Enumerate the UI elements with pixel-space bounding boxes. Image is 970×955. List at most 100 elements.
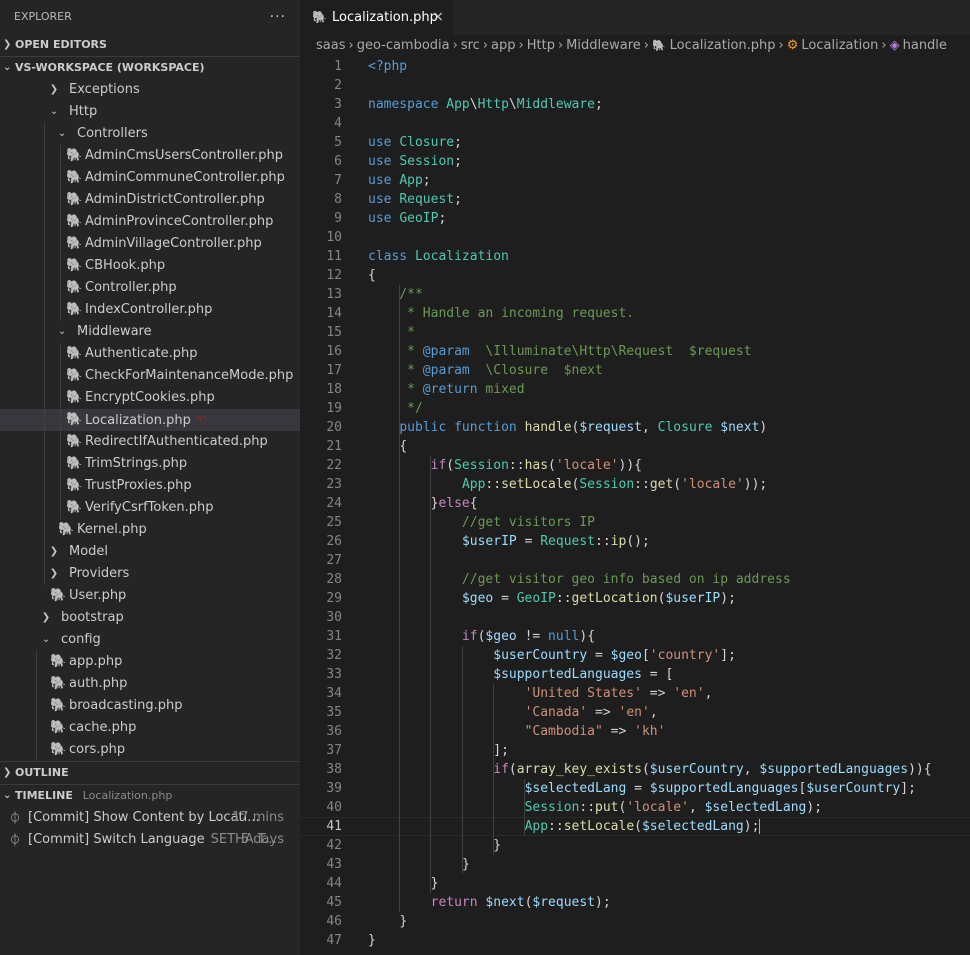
code-line[interactable]: 7 use App; — [300, 171, 970, 190]
code-line[interactable]: 33 $supportedLanguages = [ — [300, 665, 970, 684]
code-text: return $next($request); — [430, 895, 611, 910]
code-line[interactable]: 42 } — [300, 836, 970, 855]
code-line[interactable]: 23 App::setLocale(Session::get('locale')… — [300, 475, 970, 494]
breadcrumb-item[interactable]: Localization.php — [670, 38, 776, 53]
code-line[interactable]: 19 */ — [300, 399, 970, 418]
folder-bootstrap[interactable]: ❯ bootstrap — [0, 607, 300, 629]
code-line[interactable]: 9 use GeoIP; — [300, 209, 970, 228]
file-redirectifauthenticated-php[interactable]: 🐘 RedirectIfAuthenticated.php — [0, 431, 300, 453]
folder-controllers[interactable]: ⌄ Controllers — [0, 123, 300, 145]
code-line[interactable]: 41 App::setLocale($selectedLang); — [300, 817, 970, 836]
ellipsis-icon[interactable]: ··· — [270, 0, 286, 34]
file-indexcontroller-php[interactable]: 🐘 IndexController.php — [0, 299, 300, 321]
file-admincmsuserscontroller-php[interactable]: 🐘 AdminCmsUsersController.php — [0, 145, 300, 167]
breadcrumb-item[interactable]: app — [491, 38, 515, 53]
code-text: $geo = GeoIP::getLocation($userIP); — [461, 591, 736, 606]
code-line[interactable]: 21 { — [300, 437, 970, 456]
code-line[interactable]: 25 //get visitors IP — [300, 513, 970, 532]
code-line[interactable]: 39 $selectedLang = $supportedLanguages[$… — [300, 779, 970, 798]
breadcrumb-item[interactable]: Localization — [801, 38, 878, 53]
file-admincommunecontroller-php[interactable]: 🐘 AdminCommuneController.php — [0, 167, 300, 189]
code-line[interactable]: 11 class Localization — [300, 247, 970, 266]
breadcrumb-item[interactable]: geo-cambodia — [357, 38, 450, 53]
file-encryptcookies-php[interactable]: 🐘 EncryptCookies.php — [0, 387, 300, 409]
code-line[interactable]: 4 — [300, 114, 970, 133]
file-cache-php[interactable]: 🐘 cache.php — [0, 717, 300, 739]
code-line[interactable]: 44 } — [300, 874, 970, 893]
code-line[interactable]: 24 }else{ — [300, 494, 970, 513]
workspace-header[interactable]: ⌄ VS-WORKSPACE (WORKSPACE) — [0, 56, 300, 79]
file-auth-php[interactable]: 🐘 auth.php — [0, 673, 300, 695]
close-icon[interactable]: × — [432, 0, 444, 35]
file-admindistrictcontroller-php[interactable]: 🐘 AdminDistrictController.php — [0, 189, 300, 211]
code-line[interactable]: 47} — [300, 931, 970, 950]
timeline-item[interactable]: ⏀ [Commit] Switch Language SETHA T... 5 day… — [0, 829, 300, 851]
file-localization-php[interactable]: 🐘 Localization.php ☜ — [0, 409, 300, 431]
code-line[interactable]: 31 if($geo != null){ — [300, 627, 970, 646]
file-cors-php[interactable]: 🐘 cors.php — [0, 739, 300, 761]
timeline-header[interactable]: ⌄ TIMELINE Localization.php — [0, 784, 300, 807]
code-line[interactable]: 40 Session::put('locale', $selectedLang)… — [300, 798, 970, 817]
breadcrumb-item[interactable]: saas — [316, 38, 345, 53]
code-line[interactable]: 26 $userIP = Request::ip(); — [300, 532, 970, 551]
code-line[interactable]: 2 — [300, 76, 970, 95]
file-kernel-php[interactable]: 🐘 Kernel.php — [0, 519, 300, 541]
breadcrumb-item[interactable]: Middleware — [566, 38, 641, 53]
code-line[interactable]: 10 — [300, 228, 970, 247]
code-editor[interactable]: 1 <?php 2 3 namespace App\Http\Middleware; 4 5… — [300, 57, 970, 955]
folder-http[interactable]: ⌄ Http — [0, 101, 300, 123]
code-line[interactable]: 38 if(array_key_exists($userCountry, $su… — [300, 760, 970, 779]
code-line[interactable]: 27 — [300, 551, 970, 570]
file-verifycsrftoken-php[interactable]: 🐘 VerifyCsrfToken.php — [0, 497, 300, 519]
folder-exceptions[interactable]: ❯ Exceptions — [0, 79, 300, 101]
file-checkformaintenancemode-php[interactable]: 🐘 CheckForMaintenanceMode.php — [0, 365, 300, 387]
folder-providers[interactable]: ❯ Providers — [0, 563, 300, 585]
file-trustproxies-php[interactable]: 🐘 TrustProxies.php — [0, 475, 300, 497]
open-editors-header[interactable]: ❯ OPEN EDITORS — [0, 34, 300, 56]
file-cbhook-php[interactable]: 🐘 CBHook.php — [0, 255, 300, 277]
code-line[interactable]: 35 'Canada' => 'en', — [300, 703, 970, 722]
code-line[interactable]: 22 if(Session::has('locale')){ — [300, 456, 970, 475]
file-broadcasting-php[interactable]: 🐘 broadcasting.php — [0, 695, 300, 717]
code-line[interactable]: 13 /** — [300, 285, 970, 304]
tab-localization[interactable]: 🐘 Localization.php × — [300, 0, 454, 35]
code-line[interactable]: 16 * @param \Illuminate\Http\Request $re… — [300, 342, 970, 361]
code-line[interactable]: 30 — [300, 608, 970, 627]
code-line[interactable]: 18 * @return mixed — [300, 380, 970, 399]
code-line[interactable]: 8 use Request; — [300, 190, 970, 209]
breadcrumb-item[interactable]: src — [461, 38, 480, 53]
code-line[interactable]: 32 $userCountry = $geo['country']; — [300, 646, 970, 665]
file-adminprovincecontroller-php[interactable]: 🐘 AdminProvinceController.php — [0, 211, 300, 233]
code-line[interactable]: 3 namespace App\Http\Middleware; — [300, 95, 970, 114]
file-adminvillagecontroller-php[interactable]: 🐘 AdminVillageController.php — [0, 233, 300, 255]
outline-header[interactable]: ❯ OUTLINE — [0, 761, 300, 784]
code-line[interactable]: 1 <?php — [300, 57, 970, 76]
code-line[interactable]: 6 use Session; — [300, 152, 970, 171]
breadcrumb-item[interactable]: Http — [527, 38, 555, 53]
code-line[interactable]: 12 { — [300, 266, 970, 285]
code-line[interactable]: 15 * — [300, 323, 970, 342]
code-line[interactable]: 36 "Cambodia" => 'kh' — [300, 722, 970, 741]
file-authenticate-php[interactable]: 🐘 Authenticate.php — [0, 343, 300, 365]
code-line[interactable]: 46 } — [300, 912, 970, 931]
code-line[interactable]: 29 $geo = GeoIP::getLocation($userIP); — [300, 589, 970, 608]
code-line[interactable]: 37 ]; — [300, 741, 970, 760]
code-line[interactable]: 14 * Handle an incoming request. — [300, 304, 970, 323]
code-line[interactable]: 5 use Closure; — [300, 133, 970, 152]
code-line[interactable]: 43 } — [300, 855, 970, 874]
code-line[interactable]: 34 'United States' => 'en', — [300, 684, 970, 703]
code-line[interactable]: 17 * @param \Closure $next — [300, 361, 970, 380]
code-text: if(array_key_exists($userCountry, $suppo… — [493, 762, 932, 777]
code-line[interactable]: 28 //get visitor geo info based on ip ad… — [300, 570, 970, 589]
file-controller-php[interactable]: 🐘 Controller.php — [0, 277, 300, 299]
code-line[interactable]: 45 return $next($request); — [300, 893, 970, 912]
timeline-item[interactable]: ⏀ [Commit] Show Content by Locati... 17 mi… — [0, 807, 300, 829]
folder-model[interactable]: ❯ Model — [0, 541, 300, 563]
code-line[interactable]: 20 public function handle($request, Clos… — [300, 418, 970, 437]
breadcrumb-item[interactable]: handle — [903, 38, 947, 53]
folder-config[interactable]: ⌄ config — [0, 629, 300, 651]
file-user-php[interactable]: 🐘 User.php — [0, 585, 300, 607]
file-trimstrings-php[interactable]: 🐘 TrimStrings.php — [0, 453, 300, 475]
folder-middleware[interactable]: ⌄ Middleware — [0, 321, 300, 343]
file-app-php[interactable]: 🐘 app.php — [0, 651, 300, 673]
